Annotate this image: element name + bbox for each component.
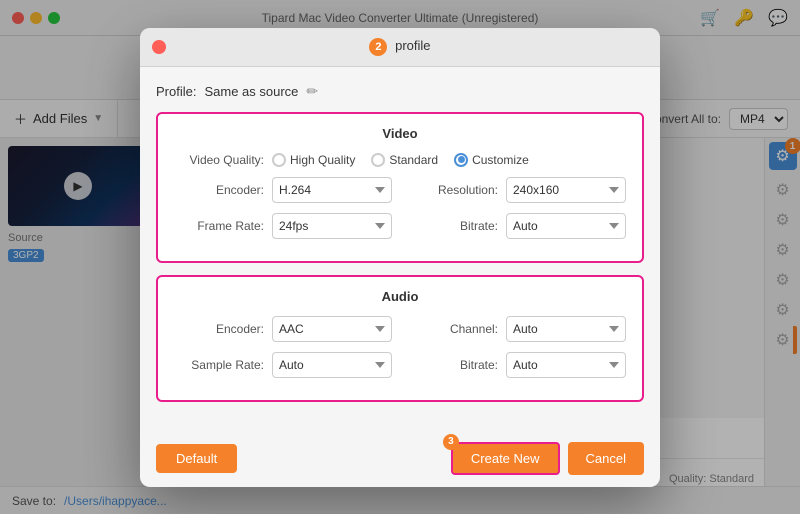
profile-label: Profile:: [156, 84, 196, 99]
frame-rate-label: Frame Rate:: [174, 219, 264, 233]
video-section-title: Video: [174, 126, 626, 141]
modal-title-text: profile: [395, 38, 430, 53]
channel-select[interactable]: Auto Mono Stereo: [506, 316, 626, 342]
footer-btn-group: 3 Create New Cancel: [451, 442, 644, 475]
audio-section-box: Audio Encoder: AAC MP3 AC3 Channel: Auto…: [156, 275, 644, 402]
modal-title: 2 profile: [156, 38, 644, 56]
radio-circle-high: [272, 153, 286, 167]
profile-row: Profile: Same as source ✏: [156, 83, 644, 100]
video-encoder-select[interactable]: H.264 H.265 MPEG-4: [272, 177, 392, 203]
audio-bitrate-label: Bitrate:: [460, 358, 498, 372]
encoder-resolution-row: Encoder: H.264 H.265 MPEG-4 Resolution: …: [174, 177, 626, 203]
radio-customize-label: Customize: [472, 153, 529, 167]
sample-rate-select[interactable]: Auto 44100Hz 48000Hz: [272, 352, 392, 378]
video-encoder-label: Encoder:: [174, 183, 264, 197]
video-quality-radio-group: High Quality Standard Customize: [272, 153, 529, 167]
video-quality-label: Video Quality:: [174, 153, 264, 167]
sample-rate-label: Sample Rate:: [174, 358, 264, 372]
modal-close-button[interactable]: [152, 40, 166, 54]
video-bitrate-label: Bitrate:: [460, 219, 498, 233]
audio-section-title: Audio: [174, 289, 626, 304]
step3-badge: 3: [443, 434, 459, 450]
radio-high-label: High Quality: [290, 153, 355, 167]
audio-encoder-label: Encoder:: [174, 322, 264, 336]
modal-body: Profile: Same as source ✏ Video Video Qu…: [140, 67, 660, 430]
audio-bitrate-select[interactable]: Auto 64k 128k: [506, 352, 626, 378]
frame-rate-select[interactable]: 24fps 25fps 30fps: [272, 213, 392, 239]
modal-overlay: 2 profile Profile: Same as source ✏ Vide…: [0, 0, 800, 514]
modal-header: 2 profile: [140, 28, 660, 67]
radio-high-quality[interactable]: High Quality: [272, 153, 355, 167]
radio-dot-customize: [458, 156, 465, 163]
radio-customize[interactable]: Customize: [454, 153, 529, 167]
profile-edit-icon[interactable]: ✏: [306, 83, 318, 100]
default-button[interactable]: Default: [156, 444, 237, 473]
cancel-button[interactable]: Cancel: [568, 442, 644, 475]
video-section-box: Video Video Quality: High Quality Standa…: [156, 112, 644, 263]
radio-standard-label: Standard: [389, 153, 438, 167]
framerate-bitrate-row: Frame Rate: 24fps 25fps 30fps Bitrate: A…: [174, 213, 626, 239]
video-quality-row: Video Quality: High Quality Standard: [174, 153, 626, 167]
channel-label: Channel:: [450, 322, 498, 336]
radio-standard[interactable]: Standard: [371, 153, 438, 167]
audio-encoder-channel-row: Encoder: AAC MP3 AC3 Channel: Auto Mono …: [174, 316, 626, 342]
sample-rate-bitrate-row: Sample Rate: Auto 44100Hz 48000Hz Bitrat…: [174, 352, 626, 378]
audio-encoder-select[interactable]: AAC MP3 AC3: [272, 316, 392, 342]
step2-badge: 2: [369, 38, 387, 56]
modal-footer: Default 3 Create New Cancel: [140, 430, 660, 487]
resolution-select[interactable]: 240x160 640x480 1280x720: [506, 177, 626, 203]
resolution-label: Resolution:: [438, 183, 498, 197]
modal-dialog: 2 profile Profile: Same as source ✏ Vide…: [140, 28, 660, 487]
profile-value: Same as source: [204, 84, 298, 99]
radio-circle-standard: [371, 153, 385, 167]
video-bitrate-select[interactable]: Auto 128k 256k: [506, 213, 626, 239]
radio-circle-customize: [454, 153, 468, 167]
create-new-button[interactable]: Create New: [451, 442, 560, 475]
